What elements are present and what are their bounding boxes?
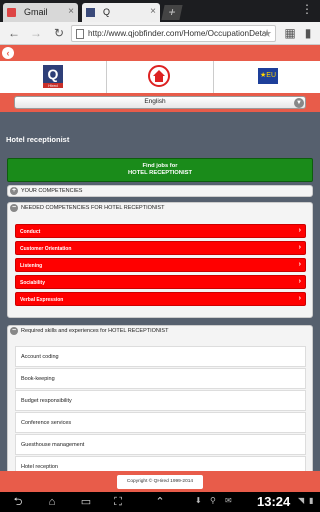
skills-toggle[interactable]: − Required skills and experiences for HO…: [8, 326, 312, 338]
back-arrow-icon[interactable]: ←: [6, 26, 22, 40]
section-label: Required skills and experiences for HOTE…: [21, 328, 169, 334]
language-band: English ▼: [0, 93, 320, 112]
competency-item-customer-orientation[interactable]: Customer Orientation ›: [15, 241, 306, 255]
home-base-shape: [155, 76, 163, 82]
status-clock: 13:24: [257, 494, 291, 509]
tab-title: Q: [103, 7, 111, 17]
qhired-logo[interactable]: Q Hired: [43, 65, 63, 88]
page-icon: [76, 29, 84, 39]
divider: [106, 61, 107, 93]
nav-home-icon[interactable]: ⌂: [42, 495, 62, 509]
bookmark-star-icon[interactable]: ★: [262, 27, 272, 40]
skill-item[interactable]: Guesthouse management: [15, 434, 306, 455]
battery-icon: ▮: [309, 496, 314, 505]
minus-icon: −: [10, 204, 18, 212]
chevron-right-icon: ›: [298, 244, 301, 251]
chevron-right-icon: ›: [298, 278, 301, 285]
language-value: English: [144, 98, 166, 105]
skill-label: Account coding: [21, 354, 59, 360]
needed-competencies-panel: − NEEDED COMPETENCIES FOR HOTEL RECEPTIO…: [7, 202, 313, 318]
find-jobs-label: Find jobs for: [142, 163, 178, 169]
url-text[interactable]: http://www.qjobfinder.com/Home/Occupatio…: [88, 29, 266, 38]
skill-item[interactable]: Book-keeping: [15, 368, 306, 389]
copyright-text: Copyright © QHired 1999-2014: [117, 475, 203, 489]
new-tab-button[interactable]: +: [161, 5, 183, 20]
competency-item-conduct[interactable]: Conduct ›: [15, 224, 306, 238]
close-tab-icon[interactable]: ×: [68, 6, 74, 17]
notification-icon: ✉: [225, 496, 232, 505]
minus-icon: −: [10, 327, 18, 335]
competency-label: Customer Orientation: [20, 246, 72, 252]
plus-icon: +: [10, 187, 18, 195]
skill-label: Budget responsibility: [21, 398, 72, 404]
usb-icon: ⚲: [210, 496, 216, 505]
chevron-right-icon: ›: [298, 295, 301, 302]
competency-label: Verbal Expression: [20, 297, 64, 303]
browser-toolbar: ← → ↻ http://www.qjobfinder.com/Home/Occ…: [0, 22, 320, 45]
tab-gmail[interactable]: Gmail ×: [3, 3, 78, 22]
nav-screenshot-icon[interactable]: ⛶: [108, 495, 128, 509]
needed-competencies-toggle[interactable]: − NEEDED COMPETENCIES FOR HOTEL RECEPTIO…: [8, 203, 312, 215]
section-label: NEEDED COMPETENCIES FOR HOTEL RECEPTIONI…: [21, 205, 165, 211]
back-icon[interactable]: ‹: [2, 47, 14, 59]
gmail-favicon-icon: [7, 8, 16, 17]
divider: [213, 61, 214, 93]
download-icon: ⬇: [195, 496, 202, 505]
eu-flag-logo: ★EU: [258, 68, 278, 84]
close-tab-icon[interactable]: ×: [150, 6, 156, 17]
nav-up-arrow-icon[interactable]: ⌃: [150, 495, 170, 509]
tab-qjobfinder[interactable]: Q ×: [82, 3, 160, 22]
skill-label: Book-keeping: [21, 376, 55, 382]
competency-label: Sociability: [20, 280, 46, 286]
tabs-overview-icon[interactable]: ▦: [282, 26, 298, 40]
skill-item[interactable]: Budget responsibility: [15, 390, 306, 411]
competency-item-listening[interactable]: Listening ›: [15, 258, 306, 272]
nav-back-icon[interactable]: ⮌: [8, 495, 28, 509]
page-top-bar: ‹: [0, 45, 320, 61]
logo-bar: Q Hired ★EU: [0, 61, 320, 93]
bookmarks-icon[interactable]: ▮: [300, 26, 316, 40]
qhired-favicon-icon: [86, 8, 95, 17]
skill-item[interactable]: Account coding: [15, 346, 306, 367]
find-jobs-button[interactable]: Find jobs for HOTEL RECEPTIONIST: [7, 158, 313, 182]
page-footer: Copyright © QHired 1999-2014: [0, 471, 320, 492]
section-label: YOUR COMPETENCIES: [21, 188, 83, 194]
skill-label: Guesthouse management: [21, 442, 85, 448]
skill-label: Hotel reception: [21, 464, 58, 470]
skill-label: Conference services: [21, 420, 72, 426]
your-competencies-toggle[interactable]: + YOUR COMPETENCIES: [7, 185, 313, 197]
address-bar[interactable]: http://www.qjobfinder.com/Home/Occupatio…: [71, 25, 276, 42]
system-nav-bar: ⮌ ⌂ ▭ ⛶ ⌃ ⬇ ⚲ ✉ 13:24 ◥ ▮: [0, 492, 320, 512]
menu-overflow-icon[interactable]: ⋮: [300, 2, 314, 18]
wifi-icon: ◥: [298, 496, 305, 505]
skills-panel: − Required skills and experiences for HO…: [7, 325, 313, 485]
reload-icon[interactable]: ↻: [51, 26, 67, 40]
browser-tab-strip: Gmail × Q × + ⋮: [0, 0, 320, 22]
chevron-down-icon: ▼: [294, 98, 304, 108]
find-jobs-occupation: HOTEL RECEPTIONIST: [128, 170, 192, 176]
tab-title: Gmail: [24, 7, 48, 17]
competency-item-verbal-expression[interactable]: Verbal Expression ›: [15, 292, 306, 306]
competency-item-sociability[interactable]: Sociability ›: [15, 275, 306, 289]
chevron-right-icon: ›: [298, 227, 301, 234]
page-title: Hotel receptionist: [6, 135, 70, 144]
qhired-logo-mark: Q: [43, 65, 63, 83]
qhired-logo-text: Hired: [43, 83, 63, 88]
competency-label: Listening: [20, 263, 43, 269]
language-select[interactable]: English ▼: [14, 96, 306, 109]
nav-recent-apps-icon[interactable]: ▭: [76, 495, 96, 509]
forward-arrow-icon[interactable]: →: [28, 26, 44, 40]
skill-item[interactable]: Conference services: [15, 412, 306, 433]
chevron-right-icon: ›: [298, 261, 301, 268]
web-page: ‹ Q Hired ★EU English ▼ Hotel receptioni…: [0, 45, 320, 492]
home-icon[interactable]: [148, 65, 170, 87]
competency-label: Conduct: [20, 229, 41, 235]
